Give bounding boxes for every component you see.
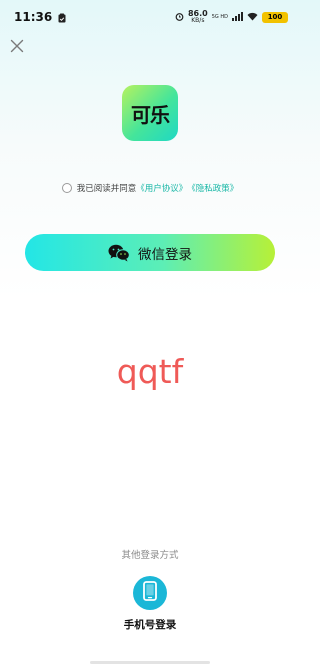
user-agreement-link[interactable]: 《用户协议》 [136,182,187,194]
network-speed-value: 86.0 [187,9,208,18]
phone-login-label[interactable]: 手机号登录 [0,617,300,632]
signal-bars-icon [232,11,243,23]
wechat-login-button[interactable]: 微信登录 [25,234,275,271]
close-button[interactable] [4,34,30,60]
agreement-checkbox[interactable] [61,183,72,193]
agreement-prefix: 我已阅读并同意 [76,184,137,194]
mobile-phone-icon [143,581,157,605]
close-icon [10,38,24,57]
watermark-text: qqtf [116,352,184,391]
other-login-title: 其他登录方式 [121,550,179,561]
wifi-icon [247,12,258,23]
status-left: 11:36 [14,8,66,27]
status-right: 86.0 KB/s 5G HD 100 [175,10,288,24]
alarm-icon [175,12,184,23]
battery-indicator: 100 [262,11,288,23]
wechat-icon [108,244,130,262]
clipboard-icon [58,8,66,27]
network-speed: 86.0 KB/s [187,9,208,25]
agreement-row: 我已阅读并同意 《用户协议》 《隐私政策》 [0,180,300,196]
home-indicator[interactable] [90,661,210,664]
app-logo: 可乐 [122,85,178,141]
phone-login-button[interactable] [133,576,167,610]
app-logo-text: 可乐 [131,102,170,127]
wechat-login-label: 微信登录 [138,246,192,263]
status-bar: 11:36 86.0 KB/s 5G HD 100 [0,0,300,34]
status-time: 11:36 [14,10,53,24]
network-speed-unit: KB/s [191,17,205,24]
privacy-policy-link[interactable]: 《隐私政策》 [187,182,238,194]
signal-label: 5G HD [211,14,228,20]
